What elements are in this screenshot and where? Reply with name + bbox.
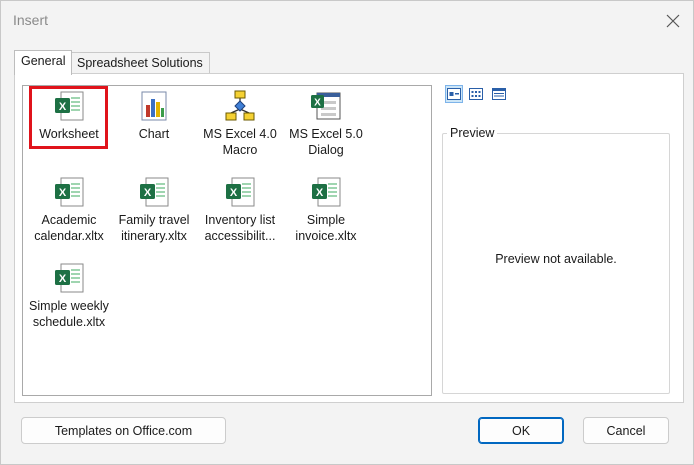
details-view-button[interactable]: [490, 85, 508, 103]
item-label: Worksheet: [39, 127, 99, 141]
item-label-line2: schedule.xltx: [32, 315, 106, 329]
excel-template-icon: X: [223, 175, 257, 209]
chart-icon: [137, 89, 171, 123]
item-academic-calendar[interactable]: X Academic calendar.xltx: [26, 175, 112, 244]
item-label-line1: Inventory list: [204, 213, 276, 227]
excel-template-icon: X: [52, 261, 86, 295]
insert-dialog: Insert General Spreadsheet Solutions X W…: [0, 0, 694, 465]
item-label-line1: Simple: [306, 213, 346, 227]
item-label-line1: Family travel: [118, 213, 190, 227]
svg-text:X: X: [144, 187, 152, 199]
item-label-line2: Dialog: [308, 143, 344, 157]
svg-text:X: X: [59, 101, 67, 113]
item-label-line2: accessibilit...: [204, 229, 276, 243]
item-label-line1: MS Excel 5.0: [289, 127, 363, 141]
dialog-title: Insert: [13, 12, 49, 28]
item-label: Chart: [138, 127, 170, 141]
tab-general[interactable]: General: [14, 50, 73, 75]
item-worksheet[interactable]: X Worksheet: [26, 89, 112, 142]
svg-text:X: X: [59, 273, 67, 285]
item-inventory-list[interactable]: X Inventory list accessibilit...: [197, 175, 283, 244]
item-label-line1: Academic: [41, 213, 97, 227]
item-label-line2: Macro: [222, 143, 258, 157]
list-view-icon: [469, 88, 483, 100]
item-simple-invoice[interactable]: X Simple invoice.xltx: [283, 175, 369, 244]
item-label-line2: itinerary.xltx: [121, 229, 187, 243]
item-ms-excel-4-macro[interactable]: MS Excel 4.0 Macro: [197, 89, 283, 158]
large-icons-view-icon: [447, 88, 461, 100]
item-label-line1: MS Excel 4.0: [203, 127, 277, 141]
excel-template-icon: X: [137, 175, 171, 209]
preview-legend: Preview: [447, 126, 498, 140]
details-view-icon: [492, 88, 506, 100]
item-label-line2: calendar.xltx: [34, 229, 104, 243]
svg-text:X: X: [230, 187, 238, 199]
excel-template-icon: X: [52, 175, 86, 209]
dialog-sheet-icon: X: [309, 89, 343, 123]
macro-icon: [223, 89, 257, 123]
title-bar: Insert: [1, 1, 693, 41]
cancel-button[interactable]: Cancel: [583, 417, 669, 444]
item-simple-weekly-schedule[interactable]: X Simple weekly schedule.xltx: [26, 261, 112, 330]
excel-template-icon: X: [309, 175, 343, 209]
large-icons-view-button[interactable]: [445, 85, 463, 103]
close-icon: [666, 14, 680, 28]
item-label-line1: Simple weekly: [29, 299, 109, 313]
preview-message: Preview not available.: [495, 252, 617, 266]
item-label-line2: invoice.xltx: [295, 229, 357, 243]
list-view-button[interactable]: [467, 85, 485, 103]
ok-button[interactable]: OK: [478, 417, 564, 444]
templates-on-office-button[interactable]: Templates on Office.com: [21, 417, 226, 444]
svg-text:X: X: [316, 187, 324, 199]
item-ms-excel-5-dialog[interactable]: X MS Excel 5.0 Dialog: [283, 89, 369, 158]
close-button[interactable]: [657, 7, 689, 35]
excel-worksheet-icon: X: [52, 89, 86, 123]
item-family-travel-itinerary[interactable]: X Family travel itinerary.xltx: [111, 175, 197, 244]
svg-text:X: X: [59, 187, 67, 199]
tab-spreadsheet-solutions[interactable]: Spreadsheet Solutions: [70, 52, 210, 74]
item-chart[interactable]: Chart: [111, 89, 197, 142]
svg-text:X: X: [314, 98, 321, 109]
